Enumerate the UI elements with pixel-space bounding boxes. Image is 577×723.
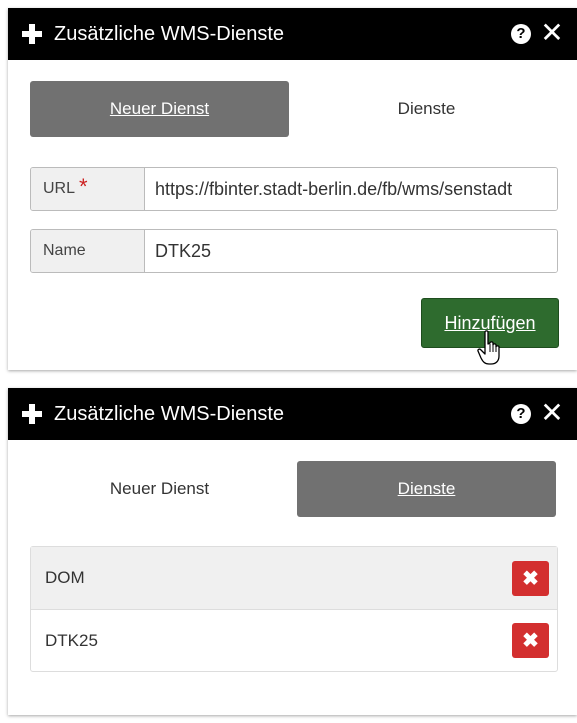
tab-new-service[interactable]: Neuer Dienst (30, 81, 289, 137)
service-name: DTK25 (45, 630, 98, 650)
dialog-title: Zusätzliche WMS-Dienste (54, 22, 285, 45)
service-name: DOM (45, 568, 85, 587)
url-row: URL * (30, 167, 558, 211)
required-marker: * (79, 174, 88, 199)
list-item: DOM ✖ (31, 547, 557, 609)
plus-icon (18, 400, 46, 428)
dialog-titlebar: Zusätzliche WMS-Dienste ? ✕ (8, 388, 577, 440)
dialog-tabs: Neuer Dienst Dienste (30, 461, 556, 517)
delete-icon: ✖ (522, 630, 539, 652)
url-label-text: URL (43, 180, 76, 197)
delete-button[interactable]: ✖ (512, 560, 549, 596)
help-icon[interactable]: ? (511, 24, 531, 44)
tab-new-service[interactable]: Neuer Dienst (30, 461, 289, 517)
list-item: DTK25 ✖ (31, 609, 557, 671)
service-list: DOM ✖ DTK25 ✖ (30, 546, 558, 672)
wms-dialog-new-service: Zusätzliche WMS-Dienste ? ✕ Neuer Dienst… (8, 8, 577, 370)
url-input[interactable] (145, 168, 557, 210)
name-row: Name (30, 229, 558, 273)
close-icon[interactable]: ✕ (539, 399, 565, 427)
name-label: Name (31, 230, 145, 272)
dialog-title: Zusätzliche WMS-Dienste (54, 402, 285, 425)
name-label-text: Name (43, 242, 86, 259)
plus-icon (18, 20, 46, 48)
dialog-titlebar: Zusätzliche WMS-Dienste ? ✕ (8, 8, 577, 60)
dialog-tabs: Neuer Dienst Dienste (30, 81, 556, 137)
close-icon[interactable]: ✕ (539, 19, 565, 47)
hand-cursor-icon (477, 330, 500, 365)
wms-dialog-services: Zusätzliche WMS-Dienste ? ✕ Neuer Dienst… (8, 388, 577, 715)
tab-services[interactable]: Dienste (297, 461, 556, 517)
help-icon[interactable]: ? (511, 404, 531, 424)
delete-button[interactable]: ✖ (512, 623, 549, 658)
delete-icon: ✖ (522, 567, 539, 590)
url-label: URL * (31, 168, 145, 210)
name-input[interactable] (145, 230, 557, 272)
tab-services[interactable]: Dienste (297, 81, 556, 137)
